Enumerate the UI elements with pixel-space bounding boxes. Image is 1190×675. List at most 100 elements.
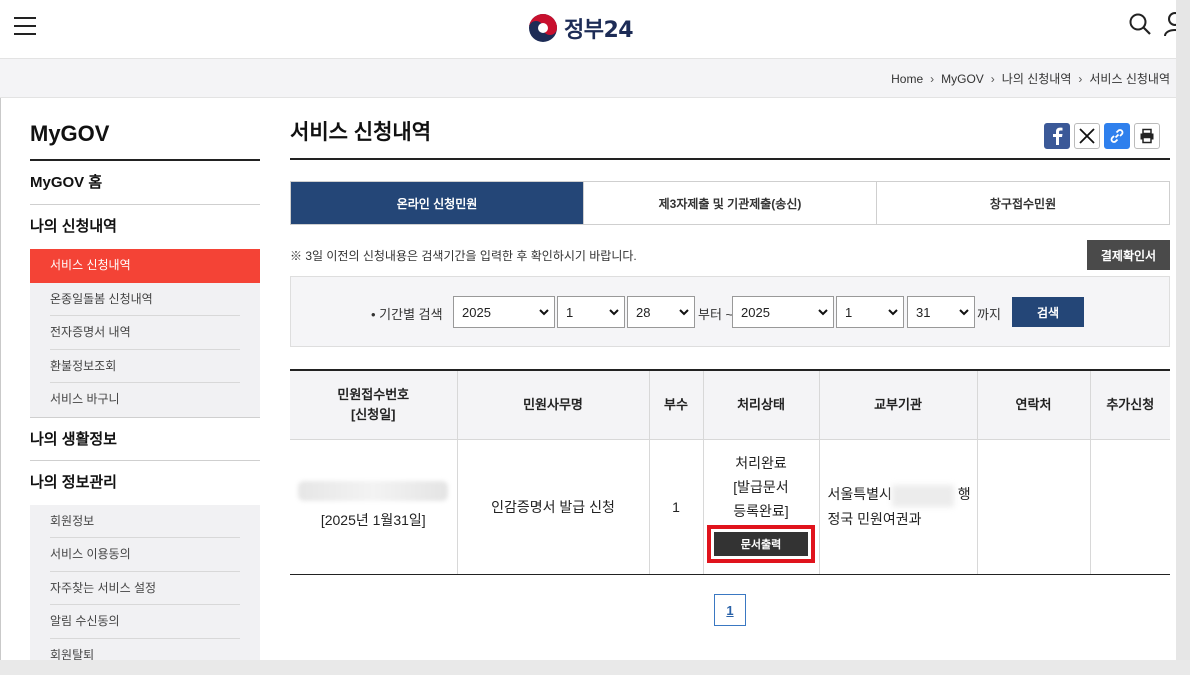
col-issuing-agency: 교부기관	[818, 369, 977, 440]
agency-line1-tail: 행	[957, 486, 971, 503]
search-button[interactable]: 검색	[1012, 297, 1084, 327]
col-receipt-number-line2: [신청일]	[350, 406, 396, 422]
to-year-value: 2025	[741, 304, 770, 320]
facebook-icon[interactable]	[1044, 123, 1070, 149]
pagination-page-1[interactable]: 1	[714, 594, 746, 626]
chevron-down-icon	[818, 309, 828, 316]
col-receipt-number-line1: 민원접수번호	[337, 386, 410, 402]
tab-counter-applications[interactable]: 창구접수민원	[877, 182, 1169, 224]
sidebar-subitem-service-consent[interactable]: 서비스 이용동의	[50, 538, 240, 572]
to-day-value: 31	[916, 304, 931, 320]
link-icon[interactable]	[1104, 123, 1130, 149]
cell-copies: 1	[648, 439, 703, 575]
col-additional-request: 추가신청	[1089, 369, 1170, 440]
status-line1: 처리완료	[735, 454, 787, 471]
to-day-select[interactable]: 31	[907, 296, 975, 328]
x-icon[interactable]	[1074, 123, 1100, 149]
hamburger-menu-icon[interactable]	[14, 17, 36, 35]
sidebar-title: MyGOV	[30, 108, 260, 161]
chevron-right-icon: ›	[990, 71, 995, 86]
breadcrumb-home[interactable]: Home	[891, 72, 923, 86]
chevron-right-icon: ›	[1078, 71, 1083, 86]
search-notice: ※ 3일 이전의 신청내용은 검색기간을 입력한 후 확인하시기 바랍니다.	[290, 249, 637, 263]
chevron-down-icon	[679, 309, 689, 316]
chevron-right-icon: ›	[930, 71, 935, 86]
cell-contact	[976, 439, 1090, 575]
from-month-select[interactable]: 1	[557, 296, 625, 328]
bottom-scroll-gutter	[0, 660, 1190, 675]
right-scroll-gutter	[1176, 0, 1190, 675]
cell-service-name[interactable]: 인감증명서 발급 신청	[456, 439, 649, 575]
cell-application-date: [2025년 1월31일]	[320, 512, 426, 528]
table-header-row: 민원접수번호 [신청일] 민원사무명 부수 처리상태 교부기관 연락처 추가신청	[290, 369, 1170, 440]
sidebar-subitem-e-certificates[interactable]: 전자증명서 내역	[50, 316, 240, 350]
from-text: 부터 ~	[698, 307, 734, 322]
breadcrumb-my-applications[interactable]: 나의 신청내역	[1002, 70, 1072, 87]
sidebar-submenu-applications: 서비스 신청내역 온종일돌봄 신청내역 전자증명서 내역 환불정보조회 서비스 …	[30, 249, 260, 417]
redacted-receipt-number	[298, 481, 449, 501]
print-document-button[interactable]: 문서출력	[714, 531, 808, 556]
sidebar-item-life-info[interactable]: 나의 생활정보	[30, 416, 260, 461]
sidebar-subitem-notification-consent[interactable]: 알림 수신동의	[50, 605, 240, 639]
tab-online-applications[interactable]: 온라인 신청민원	[291, 182, 584, 224]
applications-table: 민원접수번호 [신청일] 민원사무명 부수 처리상태 교부기관 연락처 추가신청…	[290, 369, 1170, 575]
sidebar-subitem-allday-care[interactable]: 온종일돌봄 신청내역	[50, 283, 240, 316]
print-icon[interactable]	[1134, 123, 1160, 149]
main-content: 서비스 신청내역 온라인 신청민원 제3자제출 및 기관제출(송신) 창구접수민…	[290, 108, 1170, 626]
sidebar-subitem-service-applications[interactable]: 서비스 신청내역	[30, 249, 260, 283]
sidebar: MyGOV MyGOV 홈 나의 신청내역 서비스 신청내역 온종일돌봄 신청내…	[30, 108, 260, 672]
share-toolbar	[1040, 123, 1160, 149]
from-day-select[interactable]: 28	[627, 296, 695, 328]
cell-status: 처리완료 [발급문서 등록완료] 문서출력	[702, 439, 819, 575]
col-receipt-number: 민원접수번호 [신청일]	[290, 369, 457, 440]
application-tabs: 온라인 신청민원 제3자제출 및 기관제출(송신) 창구접수민원	[290, 181, 1170, 225]
redacted-agency-text	[891, 484, 954, 507]
from-year-value: 2025	[462, 304, 491, 320]
to-month-select[interactable]: 1	[836, 296, 904, 328]
from-year-select[interactable]: 2025	[453, 296, 555, 328]
sidebar-item-info-management[interactable]: 나의 정보관리	[30, 461, 260, 505]
sidebar-subitem-favorite-services[interactable]: 자주찾는 서비스 설정	[50, 572, 240, 605]
breadcrumb-bar: Home › MyGOV › 나의 신청내역 › 서비스 신청내역	[0, 58, 1176, 98]
from-day-value: 28	[636, 304, 651, 320]
chevron-down-icon	[609, 309, 619, 316]
to-year-select[interactable]: 2025	[732, 296, 834, 328]
breadcrumb: Home › MyGOV › 나의 신청내역 › 서비스 신청내역	[891, 70, 1170, 87]
taegeuk-emblem-icon	[529, 14, 557, 42]
breadcrumb-mygov[interactable]: MyGOV	[941, 72, 984, 86]
agency-line1: 서울특별시	[827, 486, 892, 503]
from-month-value: 1	[566, 304, 574, 320]
to-text: 까지	[977, 307, 1001, 322]
page-title: 서비스 신청내역	[290, 108, 1170, 160]
tab-third-party-submission[interactable]: 제3자제출 및 기관제출(송신)	[584, 182, 877, 224]
breadcrumb-service-applications[interactable]: 서비스 신청내역	[1089, 70, 1170, 87]
top-header: 정부24	[0, 0, 1186, 58]
chevron-down-icon	[959, 309, 969, 316]
sidebar-item-mygov-home[interactable]: MyGOV 홈	[30, 161, 260, 205]
sidebar-subitem-member-info[interactable]: 회원정보	[50, 505, 240, 538]
print-button-highlight: 문서출력	[707, 524, 815, 563]
logo-text: 정부24	[564, 18, 634, 43]
cell-additional-request	[1089, 439, 1170, 575]
sidebar-submenu-info-management: 회원정보 서비스 이용동의 자주찾는 서비스 설정 알림 수신동의 회원탈퇴	[30, 504, 260, 672]
search-icon[interactable]	[1128, 12, 1152, 36]
col-service-name: 민원사무명	[456, 369, 649, 440]
status-line2: [발급문서	[733, 478, 789, 495]
sidebar-subitem-refund-info[interactable]: 환불정보조회	[50, 350, 240, 383]
cell-issuing-agency: 서울특별시 행 정국 민원여권과	[818, 439, 977, 575]
agency-line2: 정국 민원여권과	[827, 510, 922, 527]
period-search-label: • 기간별 검색	[371, 307, 443, 322]
status-line3: 등록완료]	[733, 502, 789, 519]
payment-confirmation-button[interactable]: 결제확인서	[1087, 240, 1170, 270]
chevron-down-icon	[539, 309, 549, 316]
table-row: [2025년 1월31일] 인감증명서 발급 신청 1 처리완료 [발급문서 등…	[290, 439, 1170, 575]
sidebar-item-my-applications[interactable]: 나의 신청내역	[30, 205, 260, 249]
period-search-box: • 기간별 검색 2025 1 28 부터 ~ 2025 1 31 까지 검색	[290, 276, 1170, 347]
cell-receipt: [2025년 1월31일]	[290, 439, 457, 575]
site-logo[interactable]: 정부24	[528, 12, 634, 44]
col-status: 처리상태	[702, 369, 819, 440]
chevron-down-icon	[888, 309, 898, 316]
to-month-value: 1	[845, 304, 853, 320]
col-contact: 연락처	[976, 369, 1090, 440]
sidebar-subitem-service-basket[interactable]: 서비스 바구니	[50, 383, 240, 417]
